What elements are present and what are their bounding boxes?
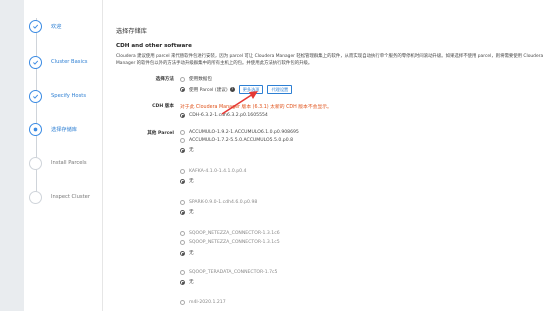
- check-icon: [29, 89, 42, 103]
- pending-step-icon: [29, 190, 42, 204]
- red-arrow-annotation: [221, 91, 258, 115]
- check-icon: [29, 19, 42, 33]
- current-step-icon: [29, 122, 42, 136]
- pending-step-icon: [29, 156, 42, 170]
- check-icon: [29, 55, 42, 69]
